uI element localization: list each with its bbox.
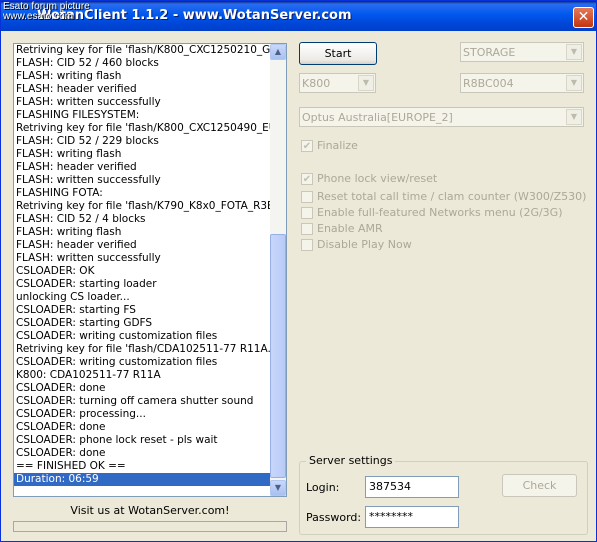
login-label: Login: [306, 481, 340, 494]
log-line[interactable]: Retriving key for file 'flash/K800_CXC12… [14, 44, 270, 57]
log-line[interactable]: FLASHING FOTA: [14, 187, 270, 200]
log-line[interactable]: unlocking CS loader... [14, 291, 270, 304]
check-icon: ✔ [301, 140, 313, 152]
chevron-down-icon: ▼ [566, 44, 582, 60]
log-line[interactable]: CSLOADER: starting GDFS [14, 317, 270, 330]
scroll-thumb[interactable] [270, 234, 286, 478]
log-line[interactable]: == FINISHED OK == [14, 460, 270, 473]
log-scrollbar[interactable]: ▲ ▼ [270, 44, 286, 496]
storage-value: STORAGE [463, 46, 516, 59]
cda-dropdown[interactable]: Optus Australia[EUROPE_2] ▼ [299, 107, 584, 127]
close-icon[interactable]: ✕ [573, 7, 594, 28]
firmware-dropdown[interactable]: R8BC004 ▼ [460, 73, 584, 93]
log-line[interactable]: CSLOADER: turning off camera shutter sou… [14, 395, 270, 408]
log-line[interactable]: FLASH: CID 52 / 460 blocks [14, 57, 270, 70]
reset-call-time-label: Reset total call time / clam counter (W3… [317, 190, 587, 203]
check-icon [301, 191, 313, 203]
log-line[interactable]: FLASH: written successfully [14, 174, 270, 187]
title-bar[interactable]: WotanClient 1.1.2 - www.WotanServer.com … [1, 1, 596, 31]
firmware-value: R8BC004 [463, 77, 514, 90]
check-icon [301, 223, 313, 235]
chevron-down-icon: ▼ [358, 75, 374, 91]
log-line[interactable]: Retriving key for file 'flash/K790_K8x0_… [14, 200, 270, 213]
log-line[interactable]: FLASH: writing flash [14, 148, 270, 161]
log-line[interactable]: CSLOADER: done [14, 382, 270, 395]
phone-lock-label: Phone lock view/reset [317, 172, 438, 185]
log-line[interactable]: FLASH: CID 52 / 229 blocks [14, 135, 270, 148]
check-icon [301, 239, 313, 251]
check-icon [301, 207, 313, 219]
log-line[interactable]: CSLOADER: starting loader [14, 278, 270, 291]
password-label: Password: [306, 511, 362, 524]
chevron-down-icon: ▼ [566, 109, 582, 125]
finalize-label: Finalize [317, 139, 358, 152]
full-networks-label: Enable full-featured Networks menu (2G/3… [317, 206, 563, 219]
log-line[interactable]: Duration: 06:59 [14, 473, 270, 486]
visit-link[interactable]: Visit us at WotanServer.com! [13, 504, 287, 517]
log-line[interactable]: CSLOADER: OK [14, 265, 270, 278]
app-window: WotanClient 1.1.2 - www.WotanServer.com … [0, 0, 597, 542]
log-line[interactable]: FLASH: header verified [14, 239, 270, 252]
check-button[interactable]: Check [502, 474, 577, 497]
model-dropdown[interactable]: K800 ▼ [299, 73, 376, 93]
log-line[interactable]: FLASH: header verified [14, 161, 270, 174]
start-button[interactable]: Start [299, 42, 377, 65]
log-line[interactable]: FLASH: written successfully [14, 252, 270, 265]
log-line[interactable]: CSLOADER: writing customization files [14, 330, 270, 343]
login-field[interactable]: 387534 [365, 476, 459, 498]
forum-watermark: Esato forum picture www.esato.com [3, 2, 90, 22]
log-line[interactable]: FLASH: CID 52 / 4 blocks [14, 213, 270, 226]
log-line[interactable]: FLASH: written successfully [14, 96, 270, 109]
log-line[interactable]: CSLOADER: done [14, 421, 270, 434]
log-line[interactable]: FLASH: writing flash [14, 226, 270, 239]
chevron-down-icon: ▼ [566, 75, 582, 91]
log-line[interactable]: FLASH: header verified [14, 83, 270, 96]
log-line[interactable]: K800: CDA102511-77 R11A [14, 369, 270, 382]
log-line[interactable]: Retriving key for file 'flash/CDA102511-… [14, 343, 270, 356]
log-line[interactable]: CSLOADER: phone lock reset - pls wait [14, 434, 270, 447]
log-lines: Retriving key for file 'flash/K800_CXC12… [14, 44, 270, 496]
log-listbox[interactable]: Retriving key for file 'flash/K800_CXC12… [13, 43, 287, 497]
model-value: K800 [302, 77, 331, 90]
scroll-down-icon[interactable]: ▼ [270, 480, 286, 496]
server-settings-title: Server settings [306, 454, 396, 467]
log-line[interactable]: FLASHING FILESYSTEM: [14, 109, 270, 122]
cda-value: Optus Australia[EUROPE_2] [302, 111, 453, 124]
storage-dropdown[interactable]: STORAGE ▼ [460, 42, 584, 62]
log-line[interactable]: CSLOADER: starting FS [14, 304, 270, 317]
log-line[interactable]: FLASH: writing flash [14, 70, 270, 83]
log-line[interactable]: CSLOADER: processing... [14, 408, 270, 421]
log-line[interactable]: CSLOADER: writing customization files [14, 356, 270, 369]
password-field[interactable]: ******** [365, 506, 459, 528]
check-icon: ✔ [301, 173, 313, 185]
amr-label: Enable AMR [317, 222, 383, 235]
progress-bar [13, 521, 287, 532]
log-line[interactable]: CSLOADER: done [14, 447, 270, 460]
scroll-up-icon[interactable]: ▲ [270, 44, 286, 60]
watermark-line-2: www.esato.com [3, 11, 74, 22]
log-line[interactable]: Retriving key for file 'flash/K800_CXC12… [14, 122, 270, 135]
play-now-label: Disable Play Now [317, 238, 412, 251]
